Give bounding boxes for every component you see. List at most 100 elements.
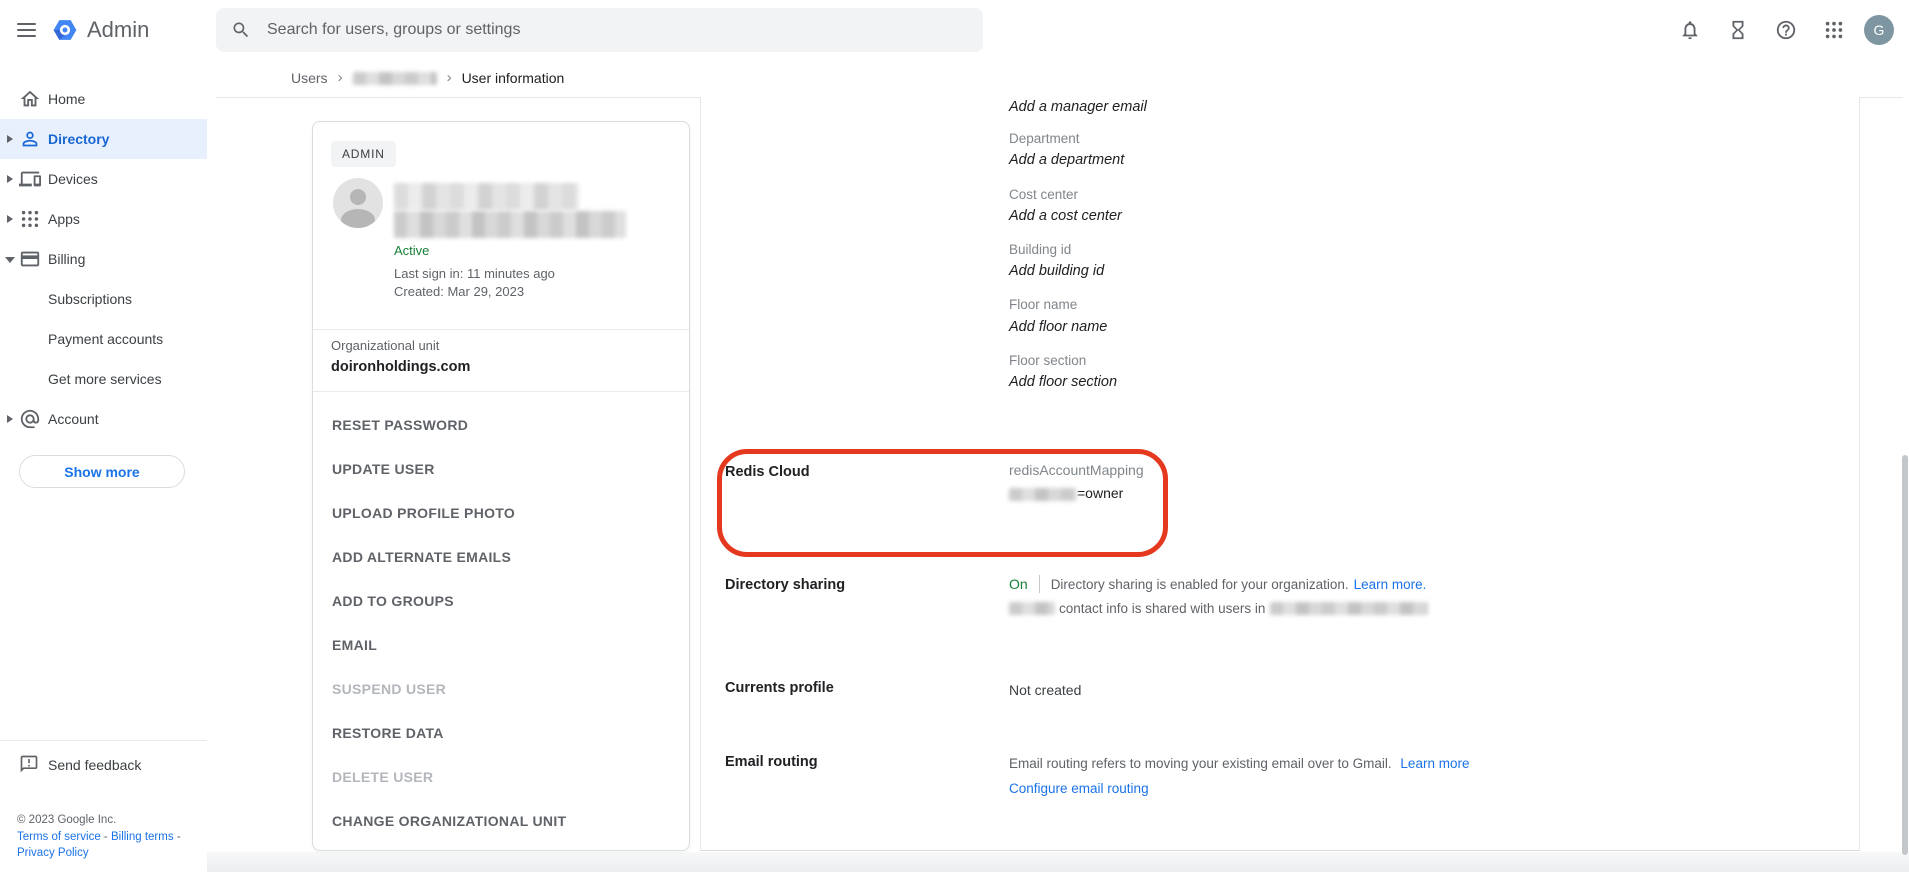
directory-sharing-detail-row: contact info is shared with users in — [1009, 601, 1428, 616]
apps-grid-icon — [19, 208, 41, 230]
sidebar-label-subscriptions: Subscriptions — [48, 291, 132, 307]
sidebar-footer: © 2023 Google Inc. Terms of service - Bi… — [17, 812, 181, 862]
google-admin-logo[interactable]: Admin — [52, 17, 149, 43]
expand-arrow-icon[interactable] — [7, 415, 17, 423]
field-department[interactable]: Add a department — [1009, 152, 1124, 168]
field-cost-center[interactable]: Add a cost center — [1009, 208, 1122, 224]
page-background-strip — [207, 852, 1909, 872]
action-change-org-unit[interactable]: CHANGE ORGANIZATIONAL UNIT — [313, 799, 689, 843]
breadcrumb-current-page: User information — [462, 70, 565, 86]
field-manager-email[interactable]: Add a manager email — [1009, 99, 1147, 115]
expand-arrow-icon[interactable] — [7, 175, 17, 183]
sidebar-label-account: Account — [48, 411, 99, 427]
breadcrumb: Users › › User information — [291, 69, 564, 87]
configure-email-routing-link[interactable]: Configure email routing — [1009, 781, 1149, 796]
action-upload-profile-photo[interactable]: UPLOAD PROFILE PHOTO — [313, 491, 689, 535]
search-bar[interactable] — [216, 8, 983, 52]
send-feedback-button[interactable]: Send feedback — [0, 751, 207, 779]
footer-separator: - — [104, 831, 108, 843]
main-menu-icon[interactable] — [17, 23, 37, 37]
google-apps-grid-icon[interactable] — [1822, 18, 1846, 42]
redacted-redis-account-id — [1009, 488, 1077, 501]
sidebar-item-devices[interactable]: Devices — [0, 159, 207, 199]
redacted-user-email-line — [394, 211, 626, 238]
card-divider — [313, 391, 689, 392]
field-building-id[interactable]: Add building id — [1009, 263, 1104, 279]
notifications-bell-icon[interactable] — [1678, 18, 1702, 42]
terms-of-service-link[interactable]: Terms of service — [17, 831, 101, 843]
directory-sharing-status: On — [1009, 576, 1028, 592]
redis-attribute-value: =owner — [1009, 485, 1123, 501]
help-icon[interactable] — [1774, 18, 1798, 42]
expand-arrow-icon[interactable] — [7, 135, 17, 143]
user-profile-card: ADMIN Active Last sign in: 11 minutes ag… — [312, 121, 690, 851]
sidebar-label-payment-accounts: Payment accounts — [48, 331, 163, 347]
footer-separator: - — [177, 831, 181, 843]
directory-sharing-status-row: On Directory sharing is enabled for your… — [1009, 575, 1426, 593]
sidebar-label-home: Home — [48, 91, 85, 107]
account-avatar[interactable]: G — [1864, 15, 1894, 45]
copyright-text: © 2023 Google Inc. — [17, 812, 181, 829]
sidebar-item-apps[interactable]: Apps — [0, 199, 207, 239]
directory-sharing-learn-more-link[interactable]: Learn more. — [1354, 577, 1427, 592]
sidebar-item-account[interactable]: Account — [0, 399, 207, 439]
person-icon — [19, 128, 41, 150]
app-title: Admin — [87, 17, 149, 43]
email-routing-description-row: Email routing refers to moving your exis… — [1009, 756, 1469, 771]
sidebar-item-home[interactable]: Home — [0, 79, 207, 119]
user-information-panel: Add a manager email Department Add a dep… — [700, 97, 1860, 851]
devices-icon — [19, 168, 41, 190]
created-date-text: Created: Mar 29, 2023 — [394, 284, 524, 299]
currents-profile-label: Currents profile — [725, 680, 834, 696]
redis-cloud-label: Redis Cloud — [725, 464, 810, 480]
action-add-alternate-emails[interactable]: ADD ALTERNATE EMAILS — [313, 535, 689, 579]
action-suspend-user: SUSPEND USER — [313, 667, 689, 711]
email-routing-label: Email routing — [725, 754, 818, 770]
home-icon — [19, 88, 41, 110]
top-app-bar: Admin G — [0, 0, 1909, 60]
redacted-domain-name — [1270, 602, 1428, 615]
last-sign-in-text: Last sign in: 11 minutes ago — [394, 266, 555, 281]
field-floor-section[interactable]: Add floor section — [1009, 374, 1117, 390]
sidebar-item-get-more-services[interactable]: Get more services — [0, 359, 207, 399]
user-status-badge: Active — [394, 243, 429, 258]
action-reset-password[interactable]: RESET PASSWORD — [313, 403, 689, 447]
admin-logo-icon — [52, 17, 78, 43]
directory-sharing-description: Directory sharing is enabled for your or… — [1051, 577, 1349, 592]
card-divider — [313, 329, 689, 330]
vertical-scrollbar[interactable] — [1902, 455, 1908, 855]
search-input[interactable] — [265, 20, 949, 40]
user-avatar-placeholder[interactable] — [333, 178, 383, 228]
field-label-cost-center: Cost center — [1009, 187, 1078, 202]
sidebar-item-subscriptions[interactable]: Subscriptions — [0, 279, 207, 319]
privacy-policy-link[interactable]: Privacy Policy — [17, 847, 89, 859]
show-more-button[interactable]: Show more — [19, 455, 185, 488]
sidebar-label-apps: Apps — [48, 211, 80, 227]
send-feedback-label: Send feedback — [48, 757, 141, 773]
sidebar-item-directory[interactable]: Directory — [0, 119, 207, 159]
sidebar-item-payment-accounts[interactable]: Payment accounts — [0, 319, 207, 359]
email-routing-learn-more-link[interactable]: Learn more — [1400, 756, 1469, 771]
credit-card-icon — [19, 248, 41, 270]
field-label-floor-section: Floor section — [1009, 353, 1086, 368]
search-icon — [231, 20, 251, 40]
vertical-divider — [1039, 575, 1040, 593]
action-add-to-groups[interactable]: ADD TO GROUPS — [313, 579, 689, 623]
sidebar-item-billing[interactable]: Billing — [0, 239, 207, 279]
redacted-user-first-name — [1009, 602, 1055, 615]
collapse-arrow-icon[interactable] — [5, 257, 15, 268]
action-restore-data[interactable]: RESTORE DATA — [313, 711, 689, 755]
expand-arrow-icon[interactable] — [7, 215, 17, 223]
billing-terms-link[interactable]: Billing terms — [111, 831, 174, 843]
directory-sharing-label: Directory sharing — [725, 577, 845, 593]
action-update-user[interactable]: UPDATE USER — [313, 447, 689, 491]
topbar-icon-group: G — [1654, 0, 1894, 60]
redacted-user-name-line1 — [394, 183, 579, 210]
breadcrumb-users-link[interactable]: Users — [291, 70, 328, 86]
pending-tasks-hourglass-icon[interactable] — [1726, 18, 1750, 42]
action-email[interactable]: EMAIL — [313, 623, 689, 667]
at-sign-icon — [19, 408, 41, 430]
email-routing-configure-row: Configure email routing — [1009, 781, 1149, 796]
field-floor-name[interactable]: Add floor name — [1009, 319, 1107, 335]
org-unit-label: Organizational unit — [331, 338, 439, 353]
